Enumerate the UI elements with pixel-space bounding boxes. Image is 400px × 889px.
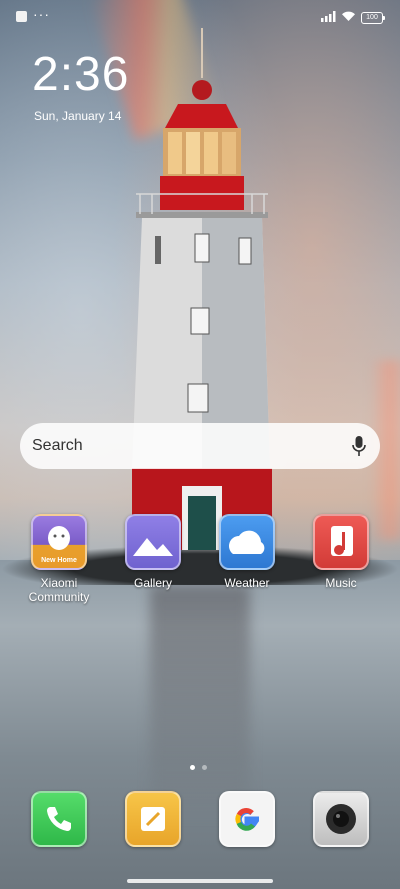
dock-phone[interactable]: [23, 791, 95, 847]
gallery-icon: [125, 514, 181, 570]
camera-icon: [313, 791, 369, 847]
dock-camera[interactable]: [305, 791, 377, 847]
page-dot-active: [190, 765, 195, 770]
app-gallery[interactable]: Gallery: [117, 514, 189, 590]
app-label: Music: [325, 576, 357, 590]
app-label: Weather: [224, 576, 270, 590]
app-label: Xiaomi Community: [28, 576, 90, 604]
home-indicator[interactable]: [127, 879, 273, 883]
lockscreen-date: Sun, January 14: [34, 109, 122, 123]
search-placeholder: Search: [32, 437, 83, 454]
battery-indicator: 100: [361, 12, 385, 24]
dock-notes[interactable]: [117, 791, 189, 847]
status-bar: ··· 100: [0, 0, 400, 36]
app-xiaomi-community[interactable]: New Home Xiaomi Community: [23, 514, 95, 604]
app-weather[interactable]: Weather: [211, 514, 283, 590]
notification-icon: [16, 11, 27, 22]
page-dot: [202, 765, 207, 770]
notes-icon: [125, 791, 181, 847]
wifi-icon: [342, 11, 355, 21]
signal-icon: [321, 11, 336, 22]
lockscreen-time: 2:36: [32, 48, 130, 101]
microphone-icon[interactable]: [352, 435, 366, 457]
more-notifications-icon: ···: [33, 6, 50, 22]
search-bar[interactable]: Search: [20, 423, 380, 469]
music-icon: [313, 514, 369, 570]
app-music[interactable]: Music: [305, 514, 377, 590]
app-label: Gallery: [133, 576, 172, 590]
new-home-badge: New Home: [41, 557, 77, 564]
google-icon: [219, 791, 275, 847]
xiaomi-community-icon: New Home: [31, 514, 87, 570]
weather-icon: [219, 514, 275, 570]
page-indicator: [190, 757, 214, 775]
phone-icon: [31, 791, 87, 847]
dock-google[interactable]: [211, 791, 283, 847]
